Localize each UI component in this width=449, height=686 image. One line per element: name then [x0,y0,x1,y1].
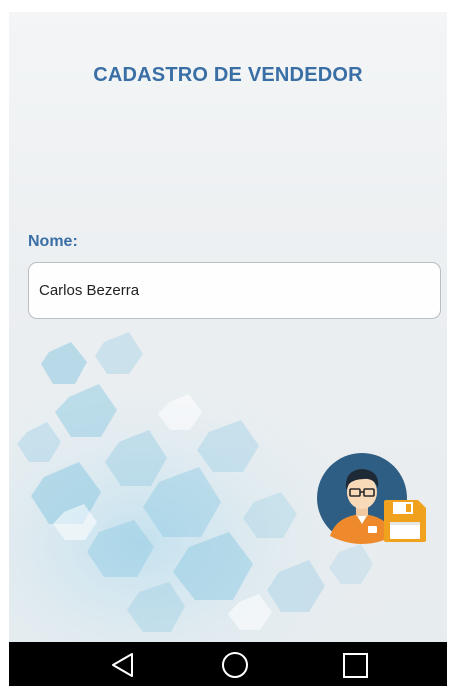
save-seller-button[interactable] [316,452,428,544]
page-title: CADASTRO DE VENDEDOR [93,64,363,86]
app-screen: CADASTRO DE VENDEDOR Nome: [9,12,447,686]
recents-square-icon [343,653,368,678]
home-circle-icon [222,652,248,678]
back-triangle-icon [112,653,133,677]
name-input[interactable] [28,262,441,319]
recents-button[interactable] [326,642,386,686]
home-button[interactable] [204,642,264,686]
back-button[interactable] [94,642,154,686]
seller-avatar-save-icon [317,453,426,544]
background-hexagon-art [9,312,447,642]
navigation-bar [9,642,447,686]
name-label: Nome: [28,233,78,250]
